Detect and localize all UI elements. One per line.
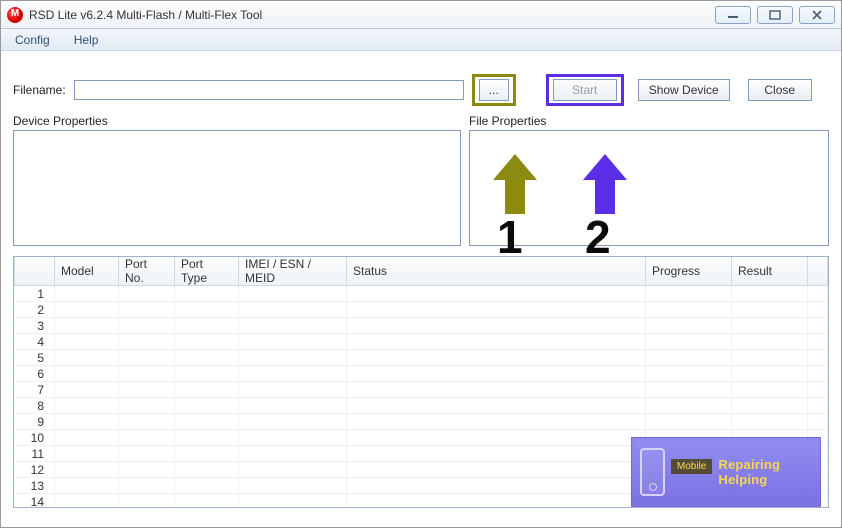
col-header-port-no[interactable]: Port No. — [119, 257, 175, 286]
row-index: 7 — [15, 382, 55, 398]
table-row[interactable]: 6 — [15, 366, 828, 382]
col-header-status[interactable]: Status — [347, 257, 646, 286]
table-row[interactable]: 14 — [15, 494, 828, 509]
filename-input[interactable] — [74, 80, 464, 100]
filename-label: Filename: — [13, 83, 66, 97]
close-window-button[interactable] — [799, 6, 835, 24]
table-row[interactable]: 5 — [15, 350, 828, 366]
row-index: 10 — [15, 430, 55, 446]
table-row[interactable]: 9 — [15, 414, 828, 430]
device-properties-label: Device Properties — [13, 114, 461, 128]
device-table: Model Port No. Port Type IMEI / ESN / ME… — [14, 257, 828, 508]
table-row[interactable]: 8 — [15, 398, 828, 414]
device-properties-panel: Device Properties — [13, 114, 461, 246]
menu-config[interactable]: Config — [5, 31, 60, 49]
row-index: 6 — [15, 366, 55, 382]
col-header-result[interactable]: Result — [732, 257, 808, 286]
table-row[interactable]: 1 — [15, 286, 828, 302]
table-row[interactable]: 7 — [15, 382, 828, 398]
row-index: 4 — [15, 334, 55, 350]
window-title: RSD Lite v6.2.4 Multi-Flash / Multi-Flex… — [29, 8, 715, 22]
table-row[interactable]: 11 — [15, 446, 828, 462]
col-header-index[interactable] — [15, 257, 55, 286]
file-properties-panel: File Properties — [469, 114, 829, 246]
filename-row: Filename: ... Start Show Device Close — [13, 74, 829, 106]
row-index: 5 — [15, 350, 55, 366]
table-row[interactable]: 2 — [15, 302, 828, 318]
browse-highlight: ... — [472, 74, 516, 106]
device-properties-box — [13, 130, 461, 246]
col-header-imei[interactable]: IMEI / ESN / MEID — [239, 257, 347, 286]
titlebar: M RSD Lite v6.2.4 Multi-Flash / Multi-Fl… — [1, 1, 841, 29]
menubar: Config Help — [1, 29, 841, 51]
minimize-button[interactable] — [715, 6, 751, 24]
row-index: 14 — [15, 494, 55, 509]
show-device-button[interactable]: Show Device — [638, 79, 730, 101]
start-highlight: Start — [546, 74, 624, 106]
properties-panels: Device Properties File Properties — [13, 114, 829, 246]
col-header-progress[interactable]: Progress — [646, 257, 732, 286]
content-area: Filename: ... Start Show Device Close De… — [1, 51, 841, 516]
file-properties-box — [469, 130, 829, 246]
menu-help[interactable]: Help — [64, 31, 109, 49]
row-index: 13 — [15, 478, 55, 494]
row-index: 9 — [15, 414, 55, 430]
file-properties-label: File Properties — [469, 114, 829, 128]
browse-button[interactable]: ... — [479, 79, 509, 101]
row-index: 3 — [15, 318, 55, 334]
table-row[interactable]: 4 — [15, 334, 828, 350]
col-header-model[interactable]: Model — [55, 257, 119, 286]
window-controls — [715, 6, 835, 24]
maximize-button[interactable] — [757, 6, 793, 24]
table-row[interactable]: 12 — [15, 462, 828, 478]
device-table-body: 1234567891011121314 — [15, 286, 828, 509]
close-button[interactable]: Close — [748, 79, 812, 101]
col-header-port-type[interactable]: Port Type — [175, 257, 239, 286]
app-icon: M — [7, 7, 23, 23]
row-index: 12 — [15, 462, 55, 478]
row-index: 8 — [15, 398, 55, 414]
row-index: 11 — [15, 446, 55, 462]
table-row[interactable]: 10 — [15, 430, 828, 446]
device-table-wrap: Model Port No. Port Type IMEI / ESN / ME… — [13, 256, 829, 508]
start-button[interactable]: Start — [553, 79, 617, 101]
row-index: 1 — [15, 286, 55, 302]
table-row[interactable]: 13 — [15, 478, 828, 494]
row-index: 2 — [15, 302, 55, 318]
table-row[interactable]: 3 — [15, 318, 828, 334]
col-header-tail — [808, 257, 828, 286]
